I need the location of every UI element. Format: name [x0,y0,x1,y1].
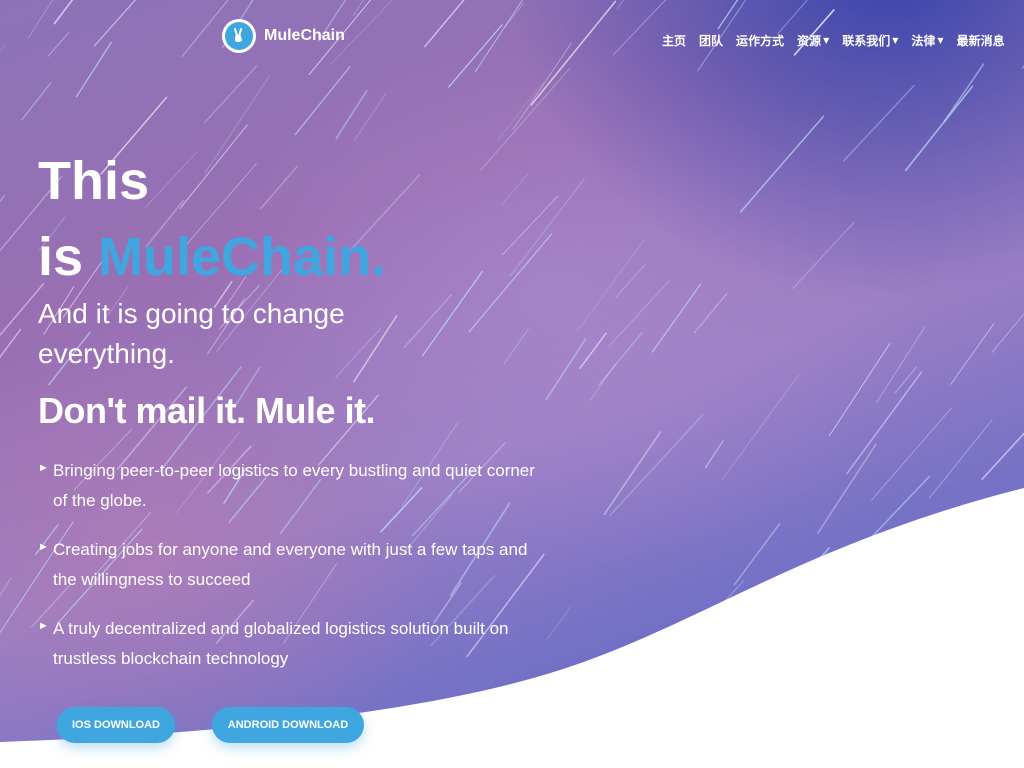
hero-title-line1: This [38,151,150,211]
hero-brand-highlight: MuleChain. [98,227,387,287]
main-nav: 主页 团队 运作方式 资源 ▼ 联系我们 ▼ 法律 ▼ 最新消息 [662,32,1005,49]
caret-down-icon: ▼ [823,36,830,45]
feature-list: ► Bringing peer-to-peer logistics to ever… [38,456,538,693]
caret-down-icon: ▼ [892,36,899,45]
list-item: ► A truly decentralized and globalized lo… [38,614,538,674]
hero-title-line2: is MuleChain. [38,227,387,287]
nav-item-resources[interactable]: 资源 ▼ [797,32,829,49]
caret-down-icon: ▼ [937,36,944,45]
triangle-right-icon: ► [38,620,49,632]
list-item: ► Bringing peer-to-peer logistics to ever… [38,456,538,516]
nav-item-news[interactable]: 最新消息 [957,32,1005,49]
mule-icon [222,19,256,53]
nav-item-contact[interactable]: 联系我们 ▼ [842,32,898,49]
triangle-right-icon: ► [38,541,49,553]
hero-subtitle: And it is going to change everything. [38,298,345,369]
nav-item-home[interactable]: 主页 [662,32,686,49]
list-item: ► Creating jobs for anyone and everyone w… [38,535,538,595]
brand-name: MuleChain [264,27,345,44]
logo-link[interactable]: MuleChain [222,19,345,53]
nav-item-how-it-works[interactable]: 运作方式 [736,32,784,49]
android-download-button[interactable]: ANDROID DOWNLOAD [212,707,364,743]
hero-tagline: Don't mail it. Mule it. [38,390,376,431]
nav-item-team[interactable]: 团队 [699,32,723,49]
ios-download-button[interactable]: IOS DOWNLOAD [57,707,175,743]
triangle-right-icon: ► [38,462,49,474]
nav-item-legal[interactable]: 法律 ▼ [911,32,943,49]
